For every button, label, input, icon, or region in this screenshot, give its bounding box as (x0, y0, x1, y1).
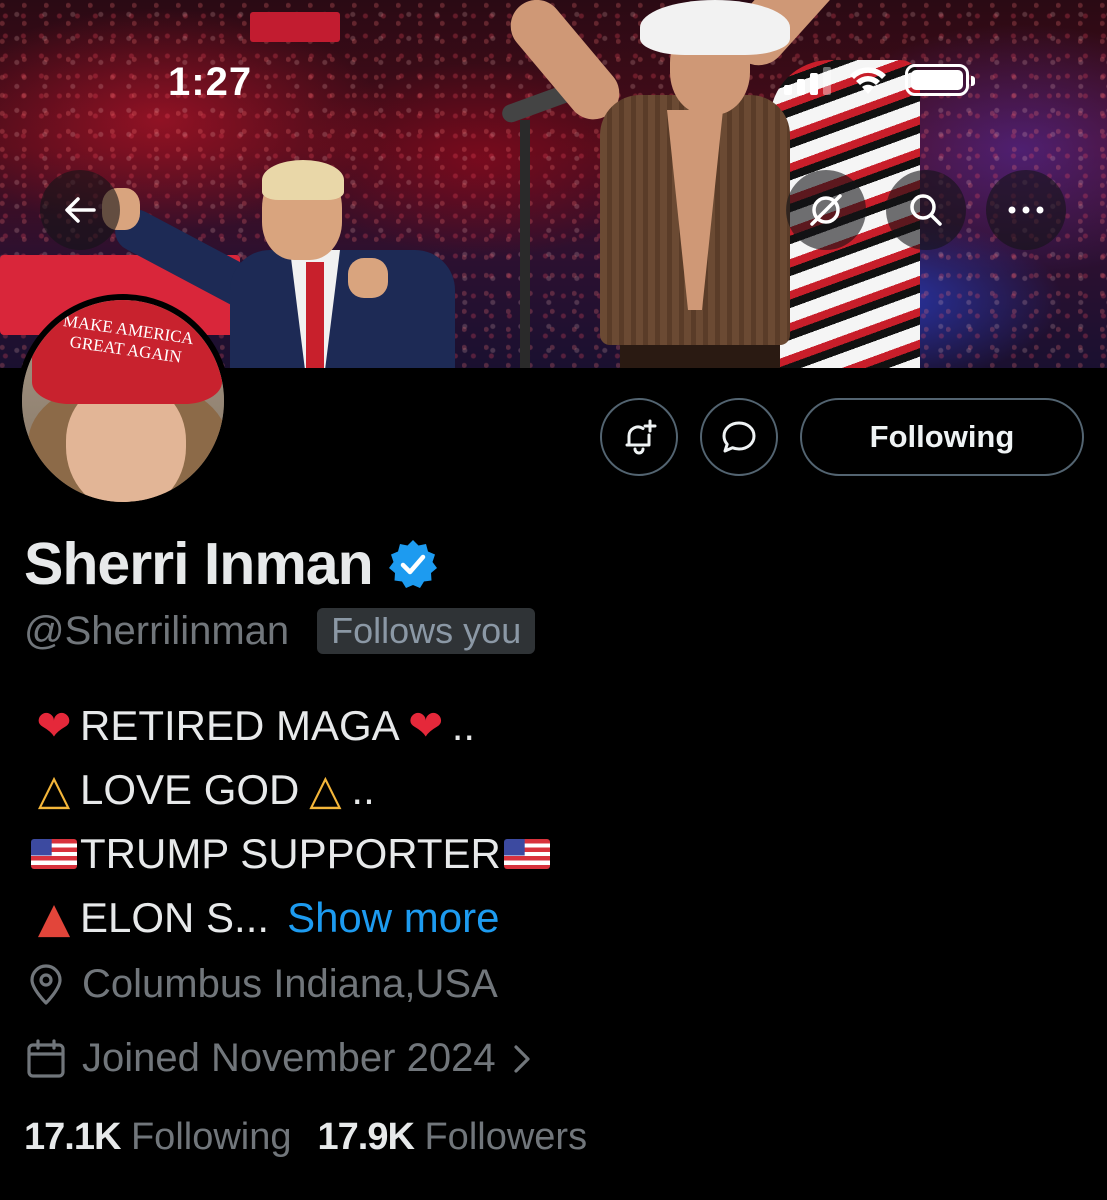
us-flag-icon (31, 839, 77, 869)
show-more-link[interactable]: Show more (287, 886, 499, 950)
location-text: Columbus Indiana,USA (82, 962, 498, 1006)
bell-plus-icon (625, 419, 657, 455)
message-button[interactable] (700, 398, 778, 476)
display-name: Sherri Inman (24, 531, 374, 597)
arrow-left-icon (65, 197, 96, 223)
praying-hands-icon: △ (37, 765, 71, 814)
joined-text: Joined November 2024 (82, 1036, 496, 1080)
chevron-right-icon (513, 1044, 530, 1073)
heart-icon: ❤ (36, 701, 72, 750)
banner-figure-hair (262, 160, 344, 200)
battery-icon (905, 64, 975, 96)
banner-figure-suit (230, 250, 455, 368)
following-label: Following (130, 1116, 292, 1158)
joined-row[interactable]: Joined November 2024 (24, 1036, 534, 1081)
bio-line-1: ❤ RETIRED MAGA ❤.. (28, 694, 553, 758)
following-stat[interactable]: 17.1K Following (24, 1116, 292, 1159)
heart-icon: ❤ (408, 701, 444, 750)
bio-line-1-suffix: .. (451, 702, 476, 749)
banner-performer-belt (620, 345, 780, 368)
wifi-icon (850, 67, 886, 94)
search-icon (910, 194, 942, 226)
banner-figure-tie (306, 262, 324, 368)
status-icons (784, 64, 975, 96)
banner-sign-top (250, 12, 340, 42)
cellular-signal-icon (784, 65, 831, 95)
followers-count: 17.9K (317, 1116, 415, 1158)
handle: @Sherrilinman (24, 608, 290, 653)
following-button[interactable]: Following (800, 398, 1084, 476)
search-button[interactable] (886, 170, 966, 250)
notifications-button[interactable] (600, 398, 678, 476)
bio-line-2: △ LOVE GOD △.. (28, 758, 553, 822)
following-count: 17.1K (24, 1116, 121, 1158)
banner-mic-stand (520, 120, 530, 368)
bio-line-3: TRUMP SUPPORTER (28, 822, 553, 886)
followers-stat[interactable]: 17.9K Followers (318, 1116, 588, 1159)
tower-icon: ▲ (37, 893, 71, 942)
bio-line-2-text: LOVE GOD (80, 766, 300, 813)
bio-line-2-suffix: .. (351, 766, 375, 813)
name-row: Sherri Inman (24, 530, 439, 598)
calendar-icon (27, 1038, 65, 1078)
status-time: 1:27 (168, 60, 253, 104)
us-flag-icon (503, 839, 550, 869)
follows-you-badge: Follows you (317, 608, 536, 654)
back-button[interactable] (40, 170, 120, 250)
bio: ❤ RETIRED MAGA ❤.. △ LOVE GOD △.. TRUMP SUPP… (28, 694, 553, 950)
praying-hands-icon: △ (309, 765, 342, 814)
location-pin-icon (30, 963, 62, 1005)
handle-row: @Sherrilinman Follows you (24, 608, 536, 654)
message-bubble-icon (722, 421, 756, 453)
banner-performer-headdress (640, 0, 790, 55)
bio-line-4-text: ELON S... (80, 894, 270, 941)
location-row: Columbus Indiana,USA (24, 962, 498, 1007)
grok-button[interactable] (786, 170, 866, 250)
follow-stats: 17.1K Following 17.9K Followers (24, 1116, 587, 1159)
bio-line-1-text: RETIRED MAGA (80, 702, 400, 749)
more-button[interactable] (986, 170, 1066, 250)
slash-circle-icon (810, 194, 842, 226)
more-horizontal-icon (1008, 206, 1044, 214)
bio-line-3-text: TRUMP SUPPORTER (80, 830, 501, 877)
bio-line-4: ▲ ELON S... Show more (28, 886, 553, 950)
profile-avatar[interactable]: MAKE AMERICA GREAT AGAIN (16, 294, 230, 508)
followers-label: Followers (424, 1116, 588, 1158)
verified-badge-icon (388, 540, 437, 588)
banner-figure-fist-right (348, 258, 388, 298)
